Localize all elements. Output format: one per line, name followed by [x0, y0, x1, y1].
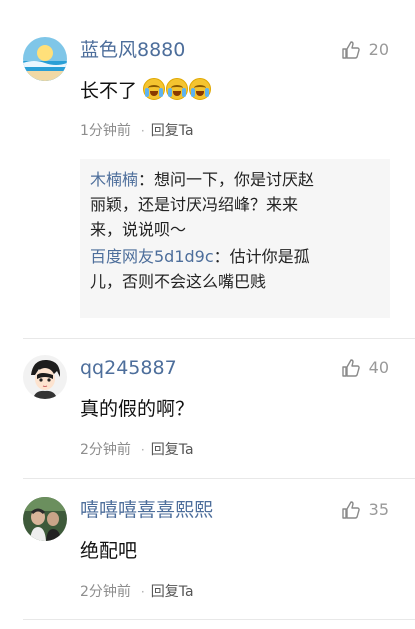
avatar[interactable] [23, 355, 67, 399]
comment-text: 绝配吧 [80, 540, 138, 562]
thumbs-up-icon [341, 501, 360, 519]
crying-laughing-emoji [143, 78, 166, 100]
avatar-beach-image [23, 37, 67, 81]
divider [23, 338, 415, 339]
reply-2: 百度网友5d1d9c：估计你是孤 [90, 244, 380, 269]
like-button[interactable]: 35 [341, 499, 389, 521]
reply-text-line: 儿，否则不会这么嘴巴贱 [90, 272, 267, 291]
comment-text: 长不了 [80, 78, 212, 104]
avatar-photo-image [23, 497, 67, 541]
reply-button[interactable]: 回复Ta [151, 121, 194, 141]
comment-meta: 1分钟前 · 回复Ta [80, 121, 194, 141]
like-count: 40 [368, 358, 389, 377]
thumbs-up-icon [341, 359, 360, 377]
reply-text: ：想问一下，你是讨厌赵 [138, 170, 315, 189]
reply-text-line: 来，说说呗～ [90, 220, 187, 239]
timestamp: 1分钟前 [80, 123, 131, 139]
divider [23, 619, 415, 620]
like-count: 20 [368, 40, 389, 59]
reply-text-line: 丽颖，还是讨厌冯绍峰？来来 [90, 195, 299, 214]
timestamp: 2分钟前 [80, 584, 131, 600]
reply-button[interactable]: 回复Ta [151, 582, 194, 602]
like-button[interactable]: 40 [341, 357, 389, 379]
like-count: 35 [368, 500, 389, 519]
avatar[interactable] [23, 497, 67, 541]
comment-meta: 2分钟前 · 回复Ta [80, 582, 194, 602]
username[interactable]: qq245887 [80, 356, 177, 380]
reply-button[interactable]: 回复Ta [151, 440, 194, 460]
comment-text-value: 长不了 [80, 80, 138, 102]
crying-laughing-emoji [166, 78, 189, 100]
avatar[interactable] [23, 37, 67, 81]
crying-laughing-emoji [189, 78, 212, 100]
separator: · [140, 124, 145, 138]
thumbs-up-icon [341, 41, 360, 59]
like-button[interactable]: 20 [341, 39, 389, 61]
reply-username[interactable]: 百度网友5d1d9c [90, 247, 214, 266]
reply-username[interactable]: 木楠楠 [90, 170, 138, 189]
comment-text: 真的假的啊？ [80, 398, 195, 420]
separator: · [140, 443, 145, 457]
timestamp: 2分钟前 [80, 442, 131, 458]
avatar-cartoon-image [23, 355, 67, 399]
divider [23, 478, 415, 479]
username[interactable]: 蓝色风8880 [80, 38, 185, 62]
comment-meta: 2分钟前 · 回复Ta [80, 440, 194, 460]
reply-text: ：估计你是孤 [213, 247, 310, 266]
reply-1: 木楠楠：想问一下，你是讨厌赵 [90, 167, 380, 192]
username[interactable]: 嘻嘻嘻喜喜熙熙 [80, 498, 213, 522]
reply-thread: 木楠楠：想问一下，你是讨厌赵 丽颖，还是讨厌冯绍峰？来来 来，说说呗～ 百度网友… [80, 159, 390, 318]
separator: · [140, 585, 145, 599]
